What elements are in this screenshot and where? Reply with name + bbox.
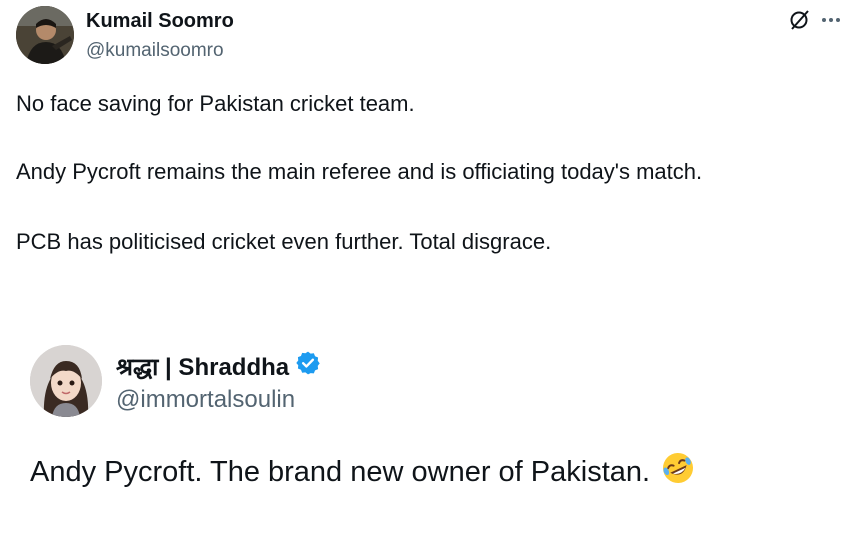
quoted-author-handle[interactable]: @immortalsoulin bbox=[116, 386, 295, 414]
author-name[interactable]: Kumail Soomro bbox=[86, 10, 234, 33]
author-photo-icon bbox=[16, 6, 74, 64]
main-tweet: Kumail Soomro @kumailsoomro No face savi… bbox=[0, 0, 864, 300]
quoted-tweet-text: Andy Pycroft. The brand new owner of Pak… bbox=[30, 455, 651, 488]
quoted-tweet-text-row: Andy Pycroft. The brand new owner of Pak… bbox=[30, 450, 696, 494]
quoted-avatar[interactable] bbox=[30, 345, 102, 417]
more-icon[interactable] bbox=[820, 8, 842, 37]
tweet-text-line-1: No face saving for Pakistan cricket team… bbox=[16, 91, 415, 116]
verified-badge-icon bbox=[295, 350, 321, 383]
grok-icon[interactable] bbox=[788, 8, 812, 37]
quoted-author-name[interactable]: श्रद्धा | Shraddha bbox=[116, 350, 289, 383]
cartoon-girl-avatar-icon bbox=[30, 345, 102, 417]
author-handle[interactable]: @kumailsoomro bbox=[86, 40, 224, 62]
quoted-tweet[interactable]: श्रद्धा | Shraddha @immortalsoulin Andy … bbox=[0, 300, 864, 540]
rolling-on-floor-laughing-emoji-icon bbox=[660, 450, 696, 494]
quoted-author-name-row[interactable]: श्रद्धा | Shraddha bbox=[116, 350, 321, 383]
tweet-text-line-3: PCB has politicised cricket even further… bbox=[16, 229, 552, 254]
tweet-actions bbox=[788, 8, 842, 36]
avatar[interactable] bbox=[16, 6, 74, 64]
tweet-text-line-2: Andy Pycroft remains the main referee an… bbox=[16, 159, 703, 184]
